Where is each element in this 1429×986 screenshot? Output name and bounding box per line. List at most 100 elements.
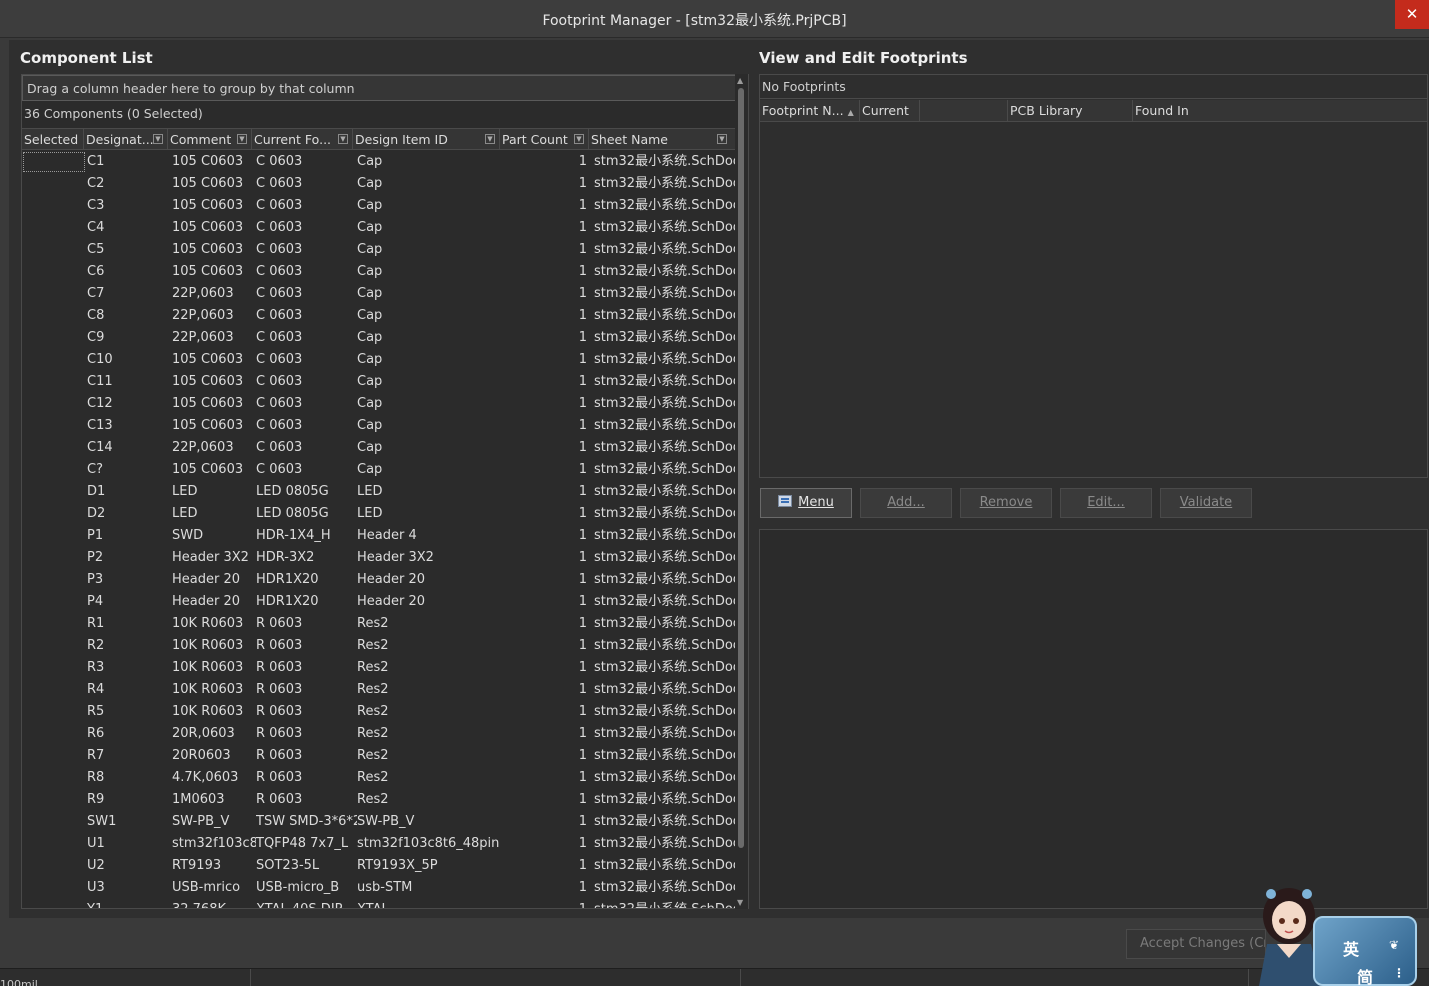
col-found-in[interactable]: Found In xyxy=(1133,100,1427,121)
close-button[interactable]: ✕ xyxy=(1395,0,1429,29)
menu-button[interactable]: Menu xyxy=(760,488,852,518)
table-row[interactable]: C? 105 C0603 C 0603 Cap 1 stm32最小系统.SchDoc xyxy=(22,459,736,481)
cell-current-footprint: SOT23-5L xyxy=(256,858,320,873)
table-row[interactable]: R9 1M0603 R 0603 Res2 1 stm32最小系统.SchDoc xyxy=(22,789,736,811)
table-row[interactable]: Y132.768KXTAL 40S DIPXTAL1 stm32最小系统.SchD… xyxy=(22,899,736,908)
table-row[interactable]: U2 RT9193 SOT23-5L RT9193X_5P 1 stm32最小系统.Sch… xyxy=(22,855,736,877)
cell-part-count: 1 xyxy=(578,242,587,257)
table-row[interactable]: C10 105 C0603 C 0603 Cap 1 stm32最小系统.SchDoc xyxy=(22,349,736,371)
cell-designator: C3 xyxy=(87,198,105,213)
col-selected[interactable]: Selected xyxy=(22,129,84,150)
cell-part-count: 1 xyxy=(578,308,587,323)
cell-part-count: 1 xyxy=(500,899,589,908)
col-current-footprint[interactable]: Current Fo... ▼ xyxy=(252,129,353,150)
ime-widget[interactable]: 英 ❦ 简 ⋮ xyxy=(1249,876,1429,986)
edit-button[interactable]: Edit... xyxy=(1060,488,1152,518)
cell-sheet-name: stm32最小系统.SchDoc xyxy=(594,286,736,301)
table-row[interactable]: C6 105 C0603 C 0603 Cap 1 stm32最小系统.SchDoc xyxy=(22,261,736,283)
cell-sheet-name: stm32最小系统.SchDoc xyxy=(594,330,736,345)
table-row[interactable]: C9 22P,0603 C 0603 Cap 1 stm32最小系统.SchDoc xyxy=(22,327,736,349)
cell-comment: 10K R0603 xyxy=(172,660,244,675)
filter-icon[interactable]: ▼ xyxy=(485,134,495,144)
table-row[interactable]: R7 20R0603 R 0603 Res2 1 stm32最小系统.SchDoc xyxy=(22,745,736,767)
col-design-item-id[interactable]: Design Item ID ▼ xyxy=(353,129,500,150)
table-row[interactable]: C5 105 C0603 C 0603 Cap 1 stm32最小系统.SchDoc xyxy=(22,239,736,261)
cell-comment: 22P,0603 xyxy=(172,308,234,323)
table-row[interactable]: C14 22P,0603 C 0603 Cap 1 stm32最小系统.SchDoc xyxy=(22,437,736,459)
cell-sheet-name: stm32最小系统.SchDoc xyxy=(594,682,736,697)
cell-design-item-id: Cap xyxy=(357,242,383,257)
accept-changes-button[interactable]: Accept Changes (Create ECO) xyxy=(1126,929,1266,959)
scroll-down-icon[interactable]: ▼ xyxy=(737,898,743,907)
table-row[interactable]: C8 22P,0603 C 0603 Cap 1 stm32最小系统.SchDoc xyxy=(22,305,736,327)
cell-design-item-id: Header 20 xyxy=(357,572,426,587)
add-button[interactable]: Add... xyxy=(860,488,952,518)
cell-designator: P4 xyxy=(87,594,104,609)
table-row[interactable]: C2 105 C0603 C 0603 Cap 1 stm32最小系统.SchDoc xyxy=(22,173,736,195)
table-row[interactable]: R8 4.7K,0603 R 0603 Res2 1 stm32最小系统.SchDoc xyxy=(22,767,736,789)
table-row[interactable]: SW1 SW-PB_V TSW SMD-3*6*2 SW-PB_V 1 stm32最小系统… xyxy=(22,811,736,833)
col-footprint-name[interactable]: Footprint N... ▲ xyxy=(760,100,860,121)
cell-part-count: 1 xyxy=(578,550,587,565)
table-row[interactable]: R5 10K R0603 R 0603 Res2 1 stm32最小系统.SchDoc xyxy=(22,701,736,723)
cell-part-count: 1 xyxy=(578,440,587,455)
table-row[interactable]: C3 105 C0603 C 0603 Cap 1 stm32最小系统.SchDoc xyxy=(22,195,736,217)
cell-design-item-id: XTAL xyxy=(357,899,504,908)
cell-sheet-name: stm32最小系统.SchDoc xyxy=(594,880,736,895)
filter-icon[interactable]: ▼ xyxy=(717,134,727,144)
table-row[interactable]: U1 stm32f103c8 TQFP48 7x7_L stm32f103c8t6_4… xyxy=(22,833,736,855)
cell-part-count: 1 xyxy=(578,748,587,763)
table-row[interactable]: C12 105 C0603 C 0603 Cap 1 stm32最小系统.SchDoc xyxy=(22,393,736,415)
cell-design-item-id: Res2 xyxy=(357,704,389,719)
remove-button[interactable]: Remove xyxy=(960,488,1052,518)
cell-design-item-id: Cap xyxy=(357,440,383,455)
scroll-up-icon[interactable]: ▲ xyxy=(737,76,743,85)
filter-icon[interactable]: ▼ xyxy=(153,134,163,144)
component-list-scrollbar[interactable]: ▲ ▼ xyxy=(735,74,748,909)
table-row[interactable]: D1 LED LED 0805G LED 1 stm32最小系统.SchDoc xyxy=(22,481,736,503)
table-row[interactable]: R2 10K R0603 R 0603 Res2 1 stm32最小系统.SchDoc xyxy=(22,635,736,657)
filter-icon[interactable]: ▼ xyxy=(338,134,348,144)
filter-icon[interactable]: ▼ xyxy=(237,134,247,144)
table-row[interactable]: C7 22P,0603 C 0603 Cap 1 stm32最小系统.SchDoc xyxy=(22,283,736,305)
cell-design-item-id: Res2 xyxy=(357,682,389,697)
validate-button[interactable]: Validate xyxy=(1160,488,1252,518)
cell-comment: 20R,0603 xyxy=(172,726,235,741)
table-row[interactable]: R1 10K R0603 R 0603 Res2 1 stm32最小系统.SchDoc xyxy=(22,613,736,635)
cell-design-item-id: Cap xyxy=(357,220,383,235)
cell-comment: LED xyxy=(172,506,198,521)
table-row[interactable]: C13 105 C0603 C 0603 Cap 1 stm32最小系统.SchDoc xyxy=(22,415,736,437)
table-row[interactable]: R6 20R,0603 R 0603 Res2 1 stm32最小系统.SchDoc xyxy=(22,723,736,745)
scroll-thumb[interactable] xyxy=(738,88,744,848)
table-row[interactable]: R4 10K R0603 R 0603 Res2 1 stm32最小系统.SchDoc xyxy=(22,679,736,701)
ime-card[interactable]: 英 ❦ 简 ⋮ xyxy=(1313,916,1417,986)
col-pcb-library[interactable]: PCB Library xyxy=(1008,100,1133,121)
cell-current-footprint: R 0603 xyxy=(256,748,303,763)
cell-comment: 105 C0603 xyxy=(172,242,244,257)
cell-comment: 4.7K,0603 xyxy=(172,770,239,785)
table-row[interactable]: C11 105 C0603 C 0603 Cap 1 stm32最小系统.SchDoc xyxy=(22,371,736,393)
table-row[interactable]: P1 SWD HDR-1X4_H Header 4 1 stm32最小系统.SchDoc xyxy=(22,525,736,547)
filter-icon[interactable]: ▼ xyxy=(574,134,584,144)
col-designator[interactable]: Designat... ▼ xyxy=(84,129,168,150)
cell-comment: 105 C0603 xyxy=(172,176,244,191)
table-row[interactable]: D2 LED LED 0805G LED 1 stm32最小系统.SchDoc xyxy=(22,503,736,525)
table-row[interactable]: P2 Header 3X2 HDR-3X2 Header 3X2 1 stm32最小系统.… xyxy=(22,547,736,569)
table-row[interactable]: R3 10K R0603 R 0603 Res2 1 stm32最小系统.SchDoc xyxy=(22,657,736,679)
cell-designator: P3 xyxy=(87,572,104,587)
col-comment[interactable]: Comment ▼ xyxy=(168,129,252,150)
cell-current-footprint: C 0603 xyxy=(256,220,303,235)
group-by-bar[interactable]: Drag a column header here to group by th… xyxy=(22,75,736,101)
table-row[interactable]: C1 105 C0603 C 0603 Cap 1 stm32最小系统.SchDoc xyxy=(22,151,736,173)
table-row[interactable]: C4 105 C0603 C 0603 Cap 1 stm32最小系统.SchDoc xyxy=(22,217,736,239)
cell-part-count: 1 xyxy=(578,462,587,477)
table-row[interactable]: U3 USB-mrico USB-micro_B usb-STM 1 stm32最小系统.… xyxy=(22,877,736,899)
col-sheet-name[interactable]: Sheet Name ▼ xyxy=(589,129,736,150)
col-part-count[interactable]: Part Count ▼ xyxy=(500,129,589,150)
cell-current-footprint: USB-micro_B xyxy=(256,880,340,895)
table-row[interactable]: P4 Header 20 HDR1X20 Header 20 1 stm32最小系统.Sc… xyxy=(22,591,736,613)
cell-design-item-id: Cap xyxy=(357,462,383,477)
col-current[interactable]: Current xyxy=(860,100,920,121)
cell-part-count: 1 xyxy=(578,220,587,235)
table-row[interactable]: P3 Header 20 HDR1X20 Header 20 1 stm32最小系统.Sc… xyxy=(22,569,736,591)
